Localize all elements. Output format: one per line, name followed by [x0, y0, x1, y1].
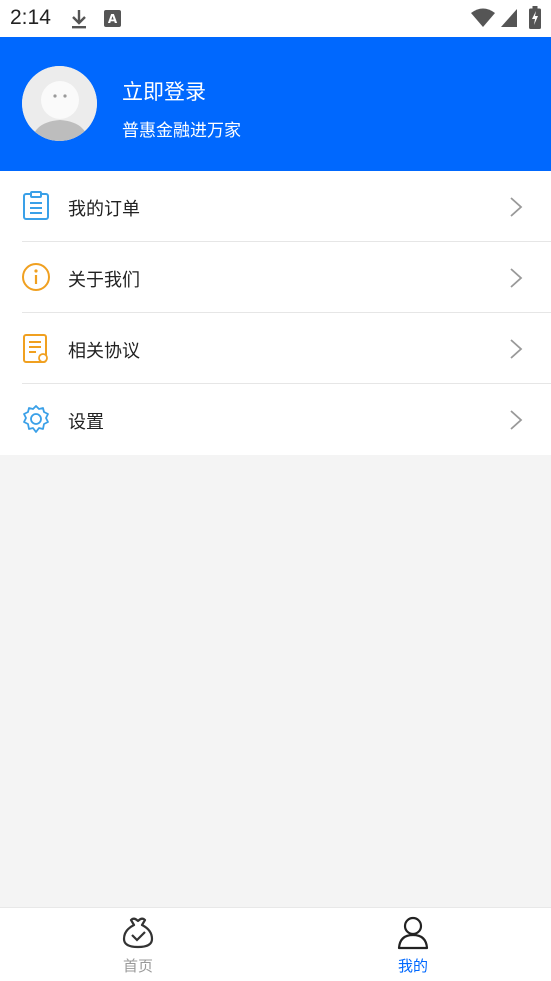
- avatar[interactable]: [22, 66, 97, 141]
- home-bag-icon: [120, 914, 156, 950]
- menu-item-label: 关于我们: [68, 270, 140, 291]
- chevron-right-icon: [509, 196, 523, 218]
- agreement-icon: [21, 333, 51, 363]
- chevron-right-icon: [509, 267, 523, 289]
- wifi-icon: [470, 8, 496, 32]
- tab-label: 我的: [397, 957, 428, 975]
- header-subtitle: 普惠金融进万家: [122, 121, 241, 141]
- menu-item-label: 设置: [68, 412, 104, 433]
- tab-home[interactable]: 首页: [0, 908, 276, 981]
- status-bar: 2:14 A: [0, 0, 551, 37]
- signal-icon: [500, 8, 518, 32]
- menu-item-label: 我的订单: [68, 199, 140, 220]
- menu-item-agreements[interactable]: 相关协议: [0, 313, 551, 384]
- info-icon: [21, 262, 51, 292]
- profile-header[interactable]: 立即登录 普惠金融进万家: [0, 37, 551, 171]
- svg-text:A: A: [108, 12, 118, 26]
- bottom-tab-bar: 首页 我的: [0, 907, 551, 981]
- menu-item-about[interactable]: 关于我们: [0, 242, 551, 313]
- download-icon: [70, 8, 88, 34]
- status-time: 2:14: [10, 6, 51, 29]
- chevron-right-icon: [509, 338, 523, 360]
- person-icon: [395, 914, 431, 950]
- tab-mine[interactable]: 我的: [275, 908, 551, 981]
- menu-item-settings[interactable]: 设置: [0, 384, 551, 455]
- menu-item-label: 相关协议: [68, 341, 140, 362]
- menu-list: 我的订单 关于我们 相关协议 设置: [0, 171, 551, 455]
- login-title[interactable]: 立即登录: [122, 76, 206, 106]
- tab-label: 首页: [122, 957, 153, 975]
- chevron-right-icon: [509, 409, 523, 431]
- battery-charging-icon: [529, 6, 541, 33]
- order-list-icon: [21, 191, 51, 221]
- gear-icon: [21, 404, 51, 434]
- menu-item-orders[interactable]: 我的订单: [0, 171, 551, 242]
- keyboard-a-icon: A: [104, 10, 121, 31]
